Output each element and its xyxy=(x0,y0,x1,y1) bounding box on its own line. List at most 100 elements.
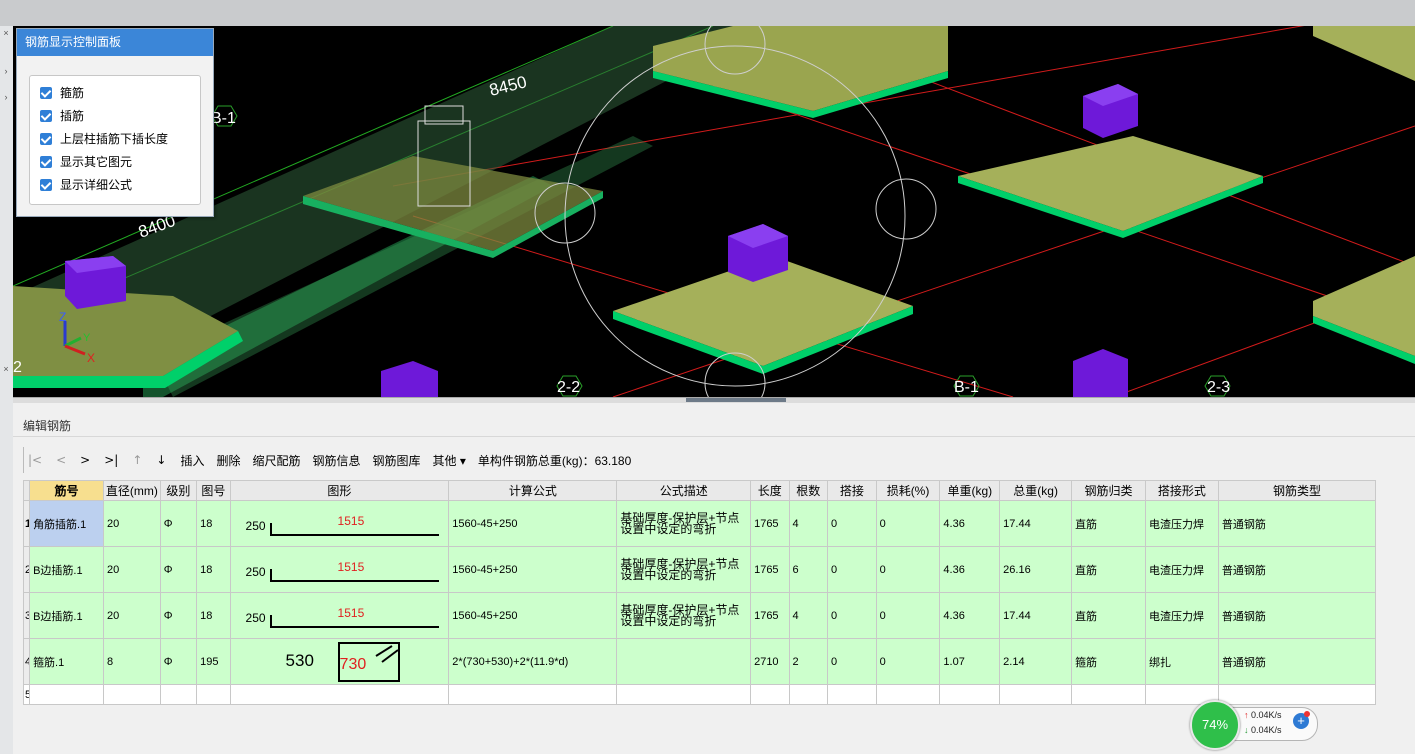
other-dropdown[interactable]: 其他 ▾ xyxy=(433,452,466,469)
cell-loss[interactable]: 0 xyxy=(875,592,941,639)
column-header[interactable]: 筋号 xyxy=(29,480,104,501)
cell-description[interactable]: 基础厚度-保护层+节点设置中设定的弯折 xyxy=(616,592,752,639)
cell-description[interactable]: 基础厚度-保护层+节点设置中设定的弯折 xyxy=(616,500,752,547)
cell-category[interactable]: 直筋 xyxy=(1071,500,1146,547)
cell-bar-name[interactable]: 角筋插筋.1 xyxy=(29,500,104,547)
cell-shape[interactable]: 530 730 xyxy=(229,638,450,685)
cell-formula[interactable]: 1560-45+250 xyxy=(448,592,618,639)
rebar-info-button[interactable]: 钢筋信息 xyxy=(313,452,361,469)
cell-lap-form[interactable]: 电渣压力焊 xyxy=(1144,500,1219,547)
column-header[interactable]: 钢筋归类 xyxy=(1071,480,1146,501)
cell-shape[interactable]: 250 1515 xyxy=(229,500,450,547)
cell-lap[interactable]: 0 xyxy=(827,592,877,639)
checkbox-checked-icon[interactable] xyxy=(40,109,52,122)
cell-bar-type[interactable]: 普通钢筋 xyxy=(1217,500,1377,547)
column-header[interactable]: 根数 xyxy=(788,480,829,501)
column-header[interactable]: 单重(kg) xyxy=(939,480,1001,501)
cell-figure-no[interactable]: 18 xyxy=(196,546,231,593)
table-row[interactable]: 1 角筋插筋.1 20 Φ 18 250 1515 1560-45+250 基础… xyxy=(22,500,1377,547)
cell-description[interactable]: 基础厚度-保护层+节点设置中设定的弯折 xyxy=(616,546,752,593)
column-header[interactable]: 搭接形式 xyxy=(1144,480,1219,501)
insert-button[interactable]: 插入 xyxy=(180,452,204,469)
cell-total-weight[interactable]: 17.44 xyxy=(999,592,1073,639)
cell-length[interactable]: 2710 xyxy=(750,638,790,685)
column-header[interactable]: 钢筋类型 xyxy=(1217,480,1377,501)
cell-grade[interactable]: Φ xyxy=(159,500,198,547)
cell-lap[interactable]: 0 xyxy=(827,638,877,685)
move-down-button[interactable]: ↓ xyxy=(156,453,166,467)
cell-unit-weight[interactable]: 1.07 xyxy=(939,638,1001,685)
last-record-button[interactable]: >| xyxy=(104,453,118,467)
cell-length[interactable]: 1765 xyxy=(750,500,790,547)
checkbox-checked-icon[interactable] xyxy=(40,132,52,145)
cell-bar-type[interactable]: 普通钢筋 xyxy=(1217,592,1377,639)
cell-figure-no[interactable]: 195 xyxy=(196,638,231,685)
cell-grade[interactable]: Φ xyxy=(159,592,198,639)
checkbox-checked-icon[interactable] xyxy=(40,178,52,191)
cell-bar-name[interactable]: 箍筋.1 xyxy=(29,638,104,685)
scale-rebar-button[interactable]: 缩尺配筋 xyxy=(253,452,301,469)
option-show-detailed-formula[interactable]: 显示详细公式 xyxy=(40,176,132,194)
cell-category[interactable]: 直筋 xyxy=(1071,592,1146,639)
move-up-button[interactable]: ↑ xyxy=(132,453,142,467)
column-header[interactable]: 长度 xyxy=(750,480,790,501)
cell-grade[interactable]: Φ xyxy=(159,546,198,593)
cell-diameter[interactable]: 20 xyxy=(102,500,161,547)
rebar-library-button[interactable]: 钢筋图库 xyxy=(373,452,421,469)
cell-category[interactable]: 直筋 xyxy=(1071,546,1146,593)
option-stirrup[interactable]: 箍筋 xyxy=(40,84,84,102)
cell-unit-weight[interactable]: 4.36 xyxy=(939,500,1001,547)
cell-total-weight[interactable]: 26.16 xyxy=(999,546,1073,593)
cell-unit-weight[interactable]: 4.36 xyxy=(939,592,1001,639)
column-header[interactable]: 总重(kg) xyxy=(999,480,1073,501)
close-icon[interactable]: × xyxy=(1,28,11,38)
cell-loss[interactable]: 0 xyxy=(875,546,941,593)
cell-lap-form[interactable]: 绑扎 xyxy=(1144,638,1219,685)
cell-figure-no[interactable]: 18 xyxy=(196,500,231,547)
cell-diameter[interactable]: 8 xyxy=(102,638,161,685)
checkbox-checked-icon[interactable] xyxy=(40,86,52,99)
delete-button[interactable]: 删除 xyxy=(216,452,240,469)
option-dowel[interactable]: 插筋 xyxy=(40,107,84,125)
cell-category[interactable]: 箍筋 xyxy=(1071,638,1146,685)
3d-viewport[interactable]: 8450 8400 B-1 2-2 B-1 2-3 2 Z Y X xyxy=(13,26,1415,397)
table-row-empty[interactable]: 5 xyxy=(22,684,1377,705)
cell-lap[interactable]: 0 xyxy=(827,500,877,547)
column-header[interactable]: 图形 xyxy=(229,480,450,501)
cell-formula[interactable]: 1560-45+250 xyxy=(448,546,618,593)
cell-figure-no[interactable]: 18 xyxy=(196,592,231,639)
cell-count[interactable]: 6 xyxy=(788,546,829,593)
cell-bar-type[interactable]: 普通钢筋 xyxy=(1217,546,1377,593)
cell-diameter[interactable]: 20 xyxy=(102,592,161,639)
column-header[interactable]: 图号 xyxy=(196,480,231,501)
cell-count[interactable]: 4 xyxy=(788,500,829,547)
cell-loss[interactable]: 0 xyxy=(875,500,941,547)
cell-lap-form[interactable]: 电渣压力焊 xyxy=(1144,592,1219,639)
cell-total-weight[interactable]: 2.14 xyxy=(999,638,1073,685)
table-row[interactable]: 2 B边插筋.1 20 Φ 18 250 1515 1560-45+250 基础… xyxy=(22,546,1377,593)
table-row[interactable]: 4 箍筋.1 8 Φ 195 530 730 2* xyxy=(22,638,1377,685)
cell-length[interactable]: 1765 xyxy=(750,546,790,593)
option-show-other-elements[interactable]: 显示其它图元 xyxy=(40,153,132,171)
prev-record-button[interactable]: < xyxy=(56,453,66,467)
cell-shape[interactable]: 250 1515 xyxy=(229,592,450,639)
column-header[interactable]: 损耗(%) xyxy=(875,480,941,501)
close-icon[interactable]: × xyxy=(1,364,11,374)
cell-diameter[interactable]: 20 xyxy=(102,546,161,593)
cell-bar-name[interactable]: B边插筋.1 xyxy=(29,546,104,593)
cell-formula[interactable]: 2*(730+530)+2*(11.9*d) xyxy=(448,638,618,685)
column-header[interactable]: 公式描述 xyxy=(616,480,752,501)
cell-lap[interactable]: 0 xyxy=(827,546,877,593)
checkbox-checked-icon[interactable] xyxy=(40,155,52,168)
chevron-right-icon[interactable]: › xyxy=(1,66,11,76)
column-header[interactable]: 计算公式 xyxy=(448,480,618,501)
column-header[interactable]: 级别 xyxy=(159,480,198,501)
cell-bar-name[interactable]: B边插筋.1 xyxy=(29,592,104,639)
cell-lap-form[interactable]: 电渣压力焊 xyxy=(1144,546,1219,593)
cell-count[interactable]: 4 xyxy=(788,592,829,639)
table-row[interactable]: 3 B边插筋.1 20 Φ 18 250 1515 1560-45+250 基础… xyxy=(22,592,1377,639)
next-record-button[interactable]: > xyxy=(80,453,90,467)
cell-count[interactable]: 2 xyxy=(788,638,829,685)
cell-bar-type[interactable]: 普通钢筋 xyxy=(1217,638,1377,685)
cell-length[interactable]: 1765 xyxy=(750,592,790,639)
